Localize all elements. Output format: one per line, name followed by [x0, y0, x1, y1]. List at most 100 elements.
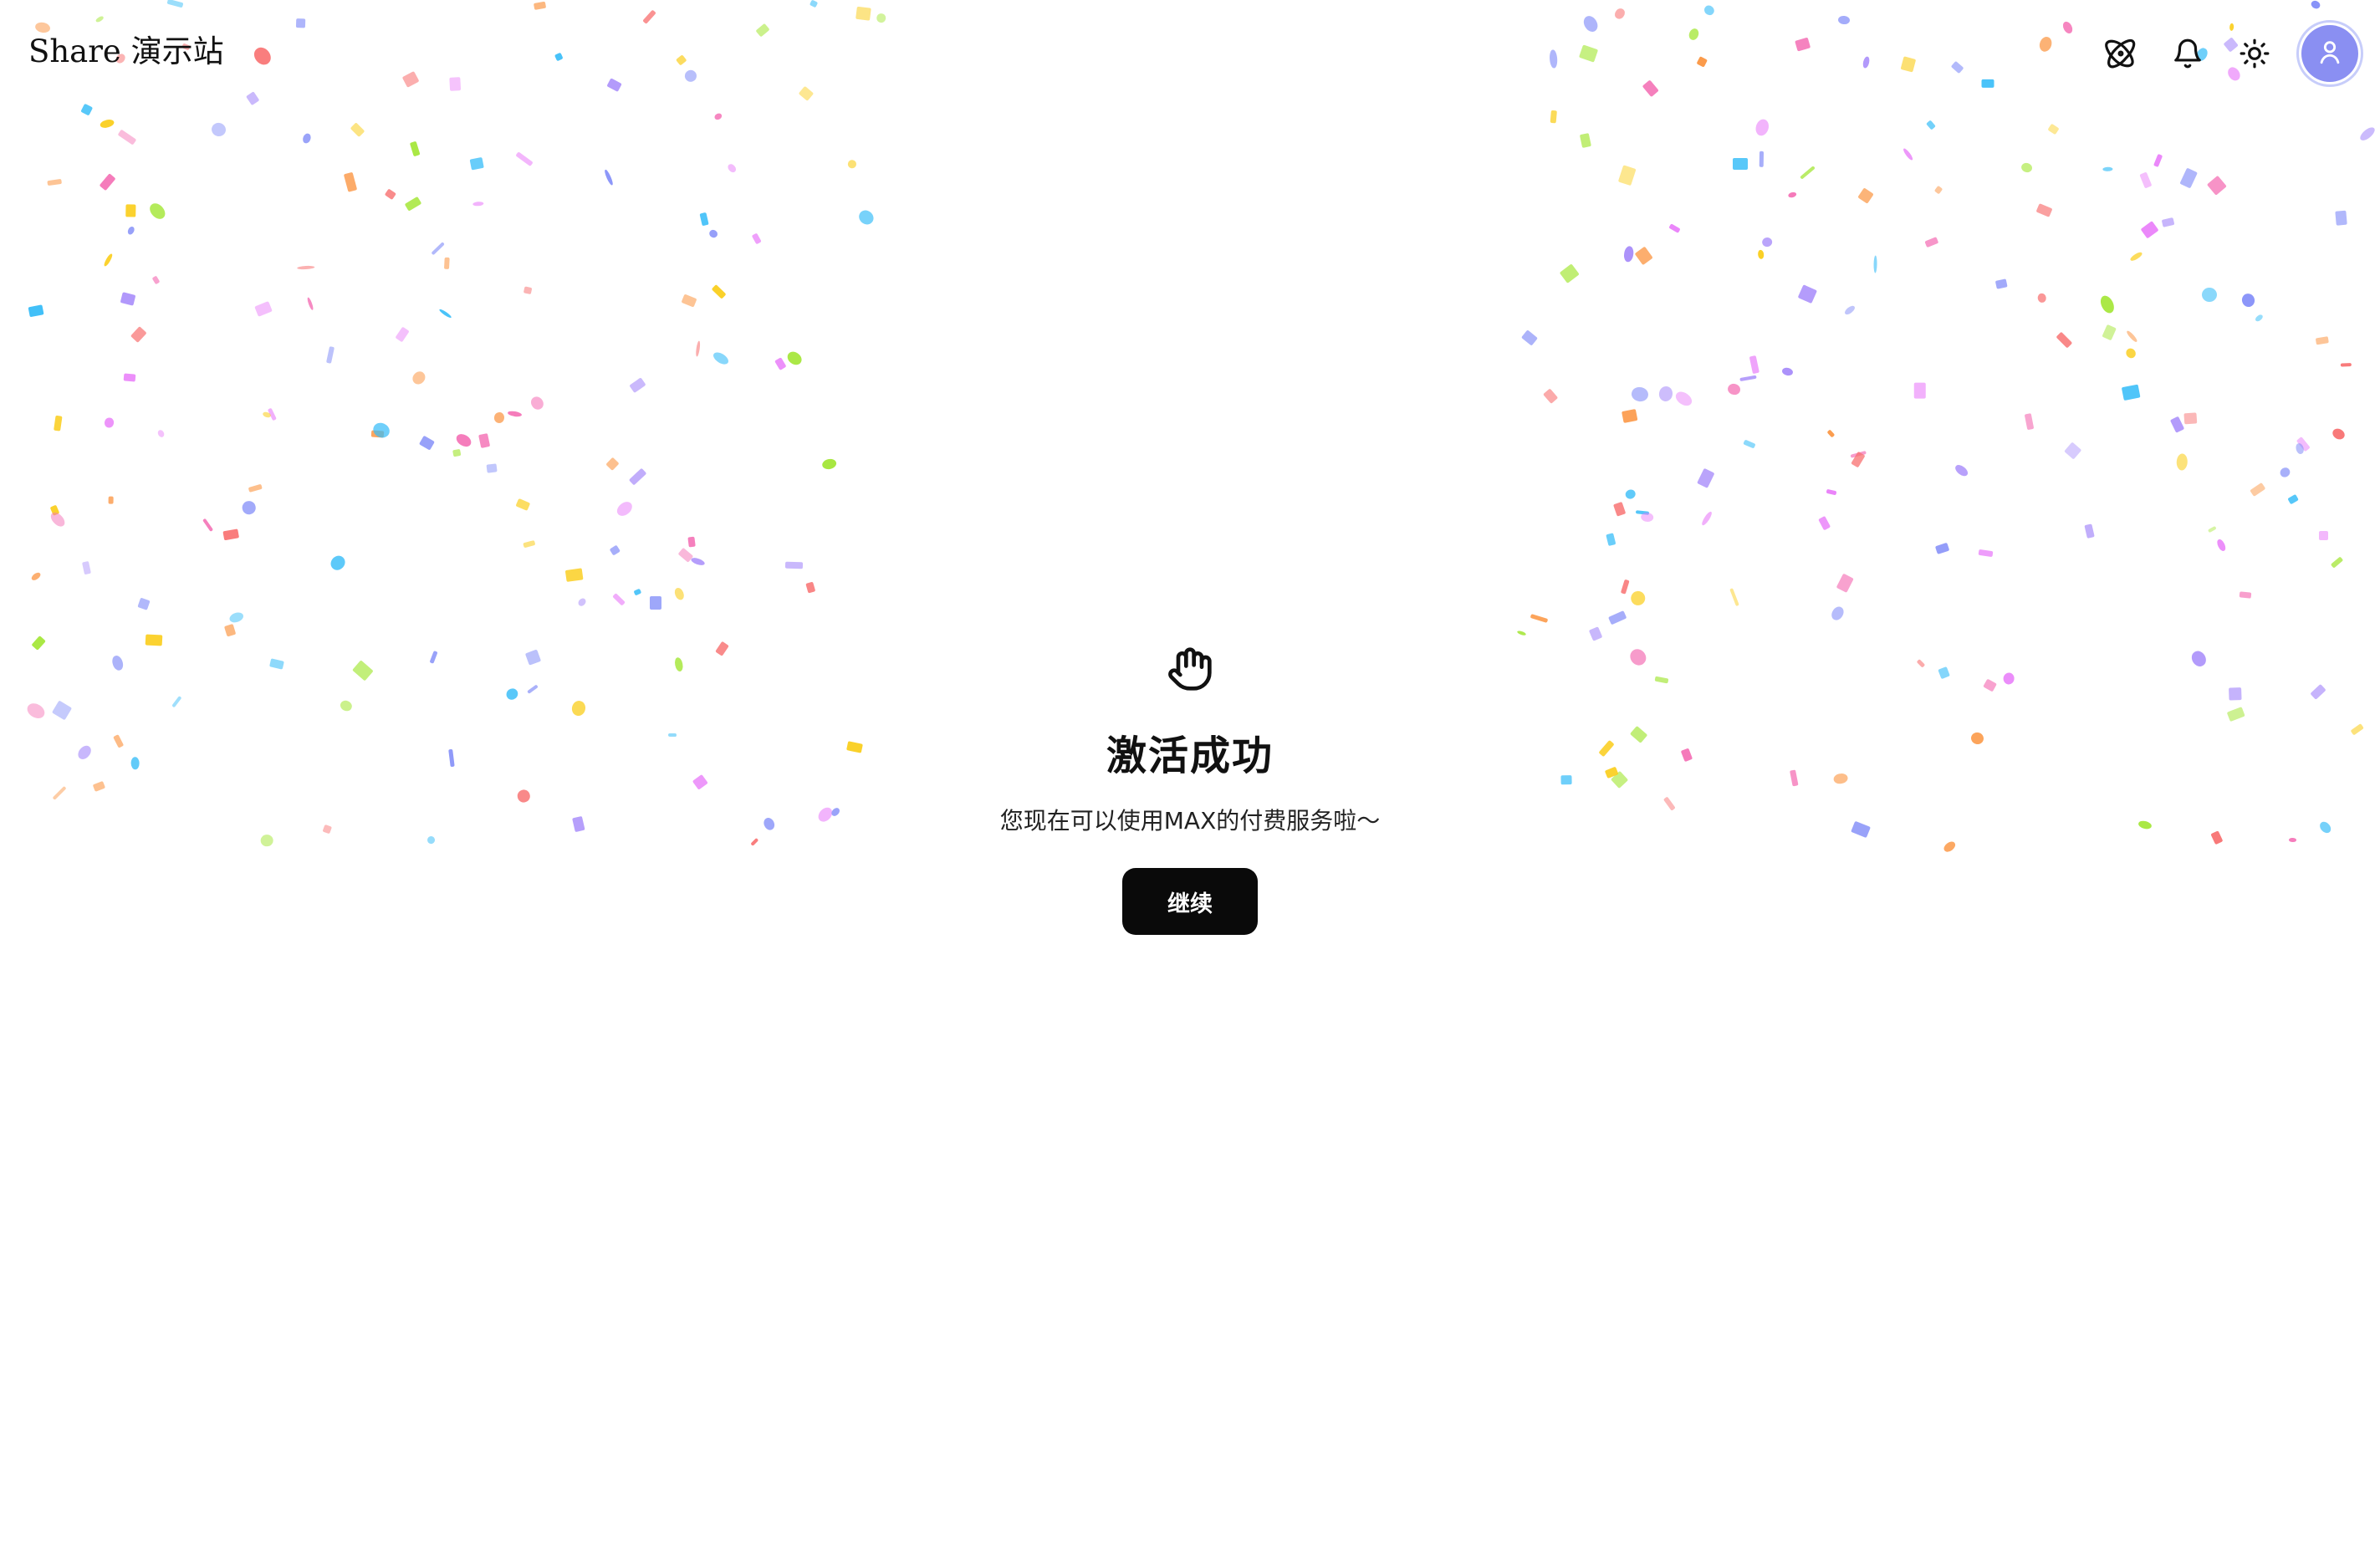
- confetti-piece: [151, 275, 160, 285]
- confetti-piece: [681, 294, 697, 309]
- confetti-piece: [268, 407, 277, 421]
- confetti-piece: [1934, 542, 1949, 554]
- user-icon: [2316, 38, 2344, 69]
- confetti-piece: [690, 556, 706, 567]
- confetti-piece: [1581, 13, 1601, 35]
- confetti-piece: [48, 509, 67, 529]
- confetti-piece: [1978, 549, 1994, 558]
- confetti-piece: [1729, 587, 1739, 606]
- confetti-piece: [343, 171, 358, 192]
- confetti-piece: [799, 85, 815, 101]
- confetti-piece: [1608, 610, 1627, 625]
- confetti-piece: [2139, 172, 2153, 189]
- confetti-piece: [130, 326, 147, 343]
- confetti-piece: [224, 624, 237, 637]
- page: Share 演示站 激活成功 您现在可以使用MAX的付费服务啦～ 继续: [0, 0, 2380, 1552]
- confetti-piece: [301, 132, 312, 145]
- confetti-piece: [1588, 626, 1602, 641]
- confetti-piece: [523, 286, 533, 295]
- user-avatar-button[interactable]: [2296, 20, 2363, 87]
- confetti-piece: [1759, 151, 1764, 168]
- confetti-piece: [1621, 579, 1630, 595]
- confetti-piece: [1624, 488, 1637, 501]
- confetti-piece: [784, 349, 804, 368]
- confetti-piece: [603, 168, 615, 186]
- notifications-button[interactable]: [2154, 20, 2221, 87]
- confetti-piece: [1640, 511, 1654, 523]
- confetti-piece: [104, 416, 115, 428]
- confetti-piece: [628, 467, 647, 486]
- confetti-piece: [328, 552, 349, 573]
- avatar: [2301, 25, 2358, 82]
- brand-title[interactable]: Share 演示站: [28, 32, 224, 72]
- confetti-piece: [2239, 591, 2252, 599]
- confetti-piece: [2287, 494, 2299, 505]
- confetti-piece: [711, 283, 727, 299]
- confetti-piece: [28, 304, 44, 318]
- confetti-piece: [2215, 538, 2227, 553]
- confetti-piece: [1613, 7, 1627, 21]
- confetti-piece: [295, 18, 306, 28]
- confetti-piece: [682, 68, 699, 85]
- confetti-piece: [1827, 429, 1836, 438]
- confetti-piece: [1635, 510, 1649, 515]
- confetti-piece: [241, 499, 258, 515]
- success-message: 您现在可以使用MAX的付费服务啦～: [999, 807, 1381, 835]
- confetti-piece: [80, 104, 94, 117]
- confetti-piece: [246, 90, 260, 105]
- confetti-piece: [1622, 409, 1638, 424]
- confetti-piece: [2357, 125, 2377, 143]
- continue-button[interactable]: 继续: [1122, 868, 1258, 935]
- confetti-piece: [254, 301, 273, 317]
- confetti-piece: [711, 350, 731, 367]
- confetti-piece: [452, 449, 461, 457]
- confetti-piece: [1657, 385, 1674, 402]
- confetti-piece: [1739, 375, 1757, 382]
- confetti-piece: [156, 428, 166, 439]
- confetti-piece: [847, 159, 858, 169]
- confetti-piece: [2240, 292, 2257, 309]
- confetti-piece: [1578, 44, 1598, 63]
- atom-button[interactable]: [2087, 20, 2154, 87]
- confetti-piece: [394, 326, 410, 343]
- confetti-piece: [2129, 250, 2144, 262]
- confetti-piece: [1843, 304, 1857, 317]
- confetti-piece: [1530, 614, 1549, 623]
- confetti-piece: [554, 52, 564, 62]
- confetti-piece: [515, 498, 531, 512]
- confetti-piece: [402, 71, 421, 89]
- confetti-piece: [673, 586, 687, 602]
- confetti-piece: [707, 228, 719, 240]
- confetti-piece: [1697, 467, 1715, 488]
- confetti-piece: [2056, 331, 2073, 349]
- confetti-piece: [1851, 451, 1866, 468]
- confetti-piece: [418, 435, 435, 451]
- confetti-piece: [523, 540, 536, 549]
- confetti-piece: [754, 23, 770, 38]
- confetti-piece: [695, 340, 702, 357]
- confetti-piece: [469, 156, 484, 171]
- confetti-piece: [1606, 533, 1616, 547]
- theme-toggle-button[interactable]: [2221, 20, 2288, 87]
- confetti-piece: [629, 377, 646, 393]
- confetti-piece: [2207, 526, 2217, 534]
- confetti-piece: [2319, 531, 2329, 541]
- confetti-piece: [641, 8, 656, 24]
- confetti-piece: [726, 162, 738, 175]
- confetti-piece: [146, 201, 168, 222]
- confetti-piece: [1517, 630, 1527, 636]
- confetti-piece: [2169, 416, 2185, 433]
- confetti-piece: [1559, 263, 1580, 283]
- confetti-piece: [2330, 426, 2347, 442]
- confetti-piece: [166, 0, 184, 8]
- confetti-piece: [675, 54, 687, 67]
- confetti-piece: [1980, 79, 1994, 88]
- confetti-piece: [82, 560, 92, 574]
- confetti-piece: [250, 44, 274, 69]
- confetti-piece: [1688, 27, 1701, 42]
- confetti-piece: [297, 265, 315, 270]
- confetti-piece: [453, 431, 473, 450]
- confetti-piece: [2335, 210, 2347, 226]
- confetti-piece: [1926, 120, 1937, 130]
- confetti-piece: [1579, 133, 1592, 149]
